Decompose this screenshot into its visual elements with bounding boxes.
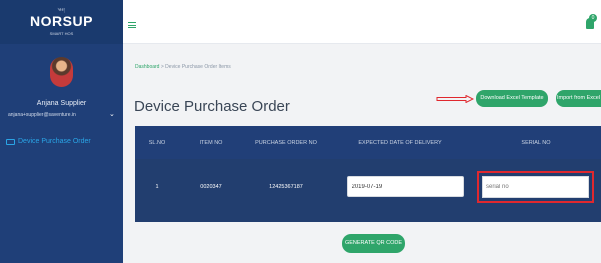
notification-badge: 0 (589, 14, 597, 22)
generate-qr-code-button[interactable]: GENERATE QR CODE (342, 234, 405, 253)
monitor-icon (6, 138, 15, 145)
user-name: Anjana Supplier (36, 100, 87, 107)
expected-date-input[interactable] (346, 176, 464, 197)
brand-logo[interactable]: NORSUP (0, 13, 123, 29)
brand-tagline: SMART HOS (49, 31, 74, 36)
breadcrumb: Dashboard > Device Purchase Order Items (135, 64, 231, 70)
breadcrumb-separator: > (160, 64, 164, 70)
user-email: anjana+supplier@saventure.in (8, 112, 76, 118)
avatar (50, 57, 73, 87)
breadcrumb-current: Device Purchase Order Items (165, 64, 231, 70)
cell-serial-no (471, 170, 601, 203)
main-content: Dashboard > Device Purchase Order Items … (123, 44, 601, 263)
sidebar: ༄༅། NORSUP SMART HOS Anjana Supplier anj… (0, 0, 123, 263)
table-header: SL.NO ITEM NO PURCHASE ORDER NO EXPECTED… (135, 126, 601, 159)
sidebar-item-label: Device Purchase Order (18, 138, 91, 145)
cell-purchase-order-no: 12425367187 (269, 183, 303, 190)
table-footer (135, 214, 601, 222)
import-from-excel-button[interactable]: Import from Excel (556, 90, 601, 107)
download-excel-template-button[interactable]: Download Excel Template (476, 90, 548, 107)
purchase-order-table: SL.NO ITEM NO PURCHASE ORDER NO EXPECTED… (135, 126, 601, 222)
sidebar-item-device-purchase-order[interactable]: Device Purchase Order (6, 138, 91, 145)
brand-header: ༄༅། NORSUP SMART HOS (0, 0, 123, 44)
breadcrumb-home-link[interactable]: Dashboard (135, 64, 159, 70)
hamburger-menu-icon[interactable] (128, 22, 136, 28)
notification-bell-icon[interactable]: 0 (585, 14, 597, 31)
header-sl-no: SL.NO (148, 139, 166, 146)
topbar: 0 (123, 0, 601, 44)
cell-item-no: 0020347 (200, 183, 222, 190)
table-row: 1 0020347 12425367187 (135, 159, 601, 214)
page-title: Device Purchase Order (134, 98, 290, 115)
red-arrow-annotation-icon (436, 95, 474, 103)
cell-sl-no: 1 (155, 183, 159, 190)
header-purchase-order-no: PURCHASE ORDER NO (255, 139, 317, 146)
chevron-down-icon[interactable]: ⌄ (109, 110, 115, 118)
cell-expected-date (329, 176, 471, 197)
serial-no-input[interactable] (482, 175, 589, 198)
header-item-no: ITEM NO (199, 139, 223, 146)
header-expected-date: EXPECTED DATE OF DELIVERY (358, 139, 442, 146)
serial-highlight-box (477, 170, 594, 203)
header-serial-no: SERIAL NO (521, 139, 551, 146)
